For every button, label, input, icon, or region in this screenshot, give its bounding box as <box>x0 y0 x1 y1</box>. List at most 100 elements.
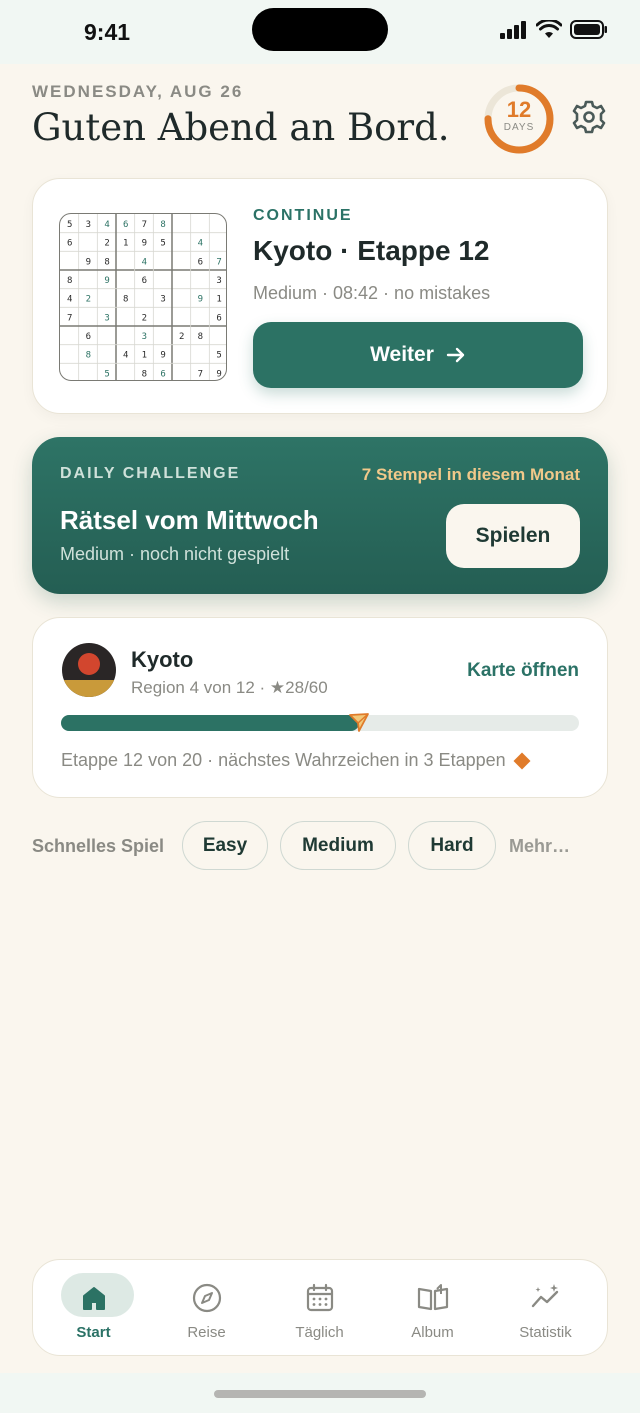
grid-digit: 7 <box>198 369 203 379</box>
signal-icon <box>500 20 526 39</box>
grid-digit: 6 <box>67 239 72 249</box>
grid-digit: 2 <box>104 239 109 249</box>
tab-statistik-label: Statistik <box>519 1324 572 1341</box>
grid-digit: 2 <box>142 313 147 323</box>
battery-icon <box>570 20 607 39</box>
grid-digit: 3 <box>216 276 221 286</box>
grid-digit: 6 <box>198 257 203 267</box>
quick-play-label: Schnelles Spiel <box>32 836 165 856</box>
continue-card[interactable]: 5 3 4 6 7 8 6 2 1 9 5 4 9 8 4 6 7 8 9 6 3 4 2 8 3 9 1 7 3 2 6 6 3 2 8 8 4 1 9 5… <box>32 178 608 414</box>
grid-digit: 4 <box>104 220 109 230</box>
grid-digit: 9 <box>142 239 147 249</box>
grid-digit: 6 <box>216 313 221 323</box>
grid-digit: 6 <box>86 332 91 342</box>
quick-play-medium[interactable]: Medium <box>280 821 396 870</box>
grid-digit: 6 <box>142 276 147 286</box>
tab-start-label: Start <box>76 1324 111 1341</box>
grid-digit: 1 <box>216 295 221 305</box>
grid-digit: 4 <box>67 295 72 305</box>
calendar-icon <box>306 1283 333 1312</box>
dynamic-island <box>252 8 388 51</box>
grid-digit: 1 <box>123 239 128 249</box>
continue-title: Kyoto · Etappe 12 <box>253 235 490 266</box>
tab-album[interactable]: Album <box>376 1260 489 1355</box>
grid-digit: 8 <box>123 295 128 305</box>
tab-reise[interactable]: Reise <box>150 1260 263 1355</box>
grid-digit: 9 <box>104 276 109 286</box>
grid-digit: 5 <box>104 369 109 379</box>
journey-footer-text: Etappe 12 von 20 · nächstes Wahrzeichen … <box>61 750 506 770</box>
grid-digit: 8 <box>67 276 72 286</box>
daily-challenge-title: Rätsel vom Mittwoch <box>60 505 319 535</box>
compass-icon <box>192 1283 221 1313</box>
grid-digit: 8 <box>142 369 147 379</box>
home-icon <box>82 1287 105 1310</box>
grid-digit: 7 <box>67 313 72 323</box>
date-label: WEDNESDAY, AUG 26 <box>32 82 244 101</box>
daily-stamps-count: 7 Stempel in diesem Monat <box>361 465 580 484</box>
journey-progress-fill <box>61 715 359 731</box>
journey-progress-bar <box>61 713 579 732</box>
streak-count: 12 <box>506 97 532 122</box>
grid-digit: 3 <box>104 313 109 323</box>
grid-digit: 4 <box>142 257 147 267</box>
streak-unit: DAYS <box>503 122 535 133</box>
daily-challenge-subtitle: Medium · noch nicht gespielt <box>60 544 290 564</box>
quick-play-more[interactable]: Mehr… <box>509 836 570 857</box>
tab-statistik[interactable]: Statistik <box>489 1260 602 1355</box>
grid-digit: 8 <box>160 220 165 230</box>
puzzle-thumbnail: 5 3 4 6 7 8 6 2 1 9 5 4 9 8 4 6 7 8 9 6 3 4 2 8 3 9 1 7 3 2 6 6 3 2 8 8 4 1 9 5… <box>59 213 227 381</box>
journey-card[interactable]: Kyoto Region 4 von 12 · ★28/60 Karte öff… <box>32 617 608 798</box>
quick-play-hard[interactable]: Hard <box>408 821 496 870</box>
grid-digit: 8 <box>86 351 91 361</box>
home-indicator[interactable] <box>214 1390 426 1398</box>
grid-digit: 8 <box>104 257 109 267</box>
tab-taeglich-label: Täglich <box>295 1324 344 1341</box>
continue-subtitle: Medium · 08:42 · no mistakes <box>253 283 491 303</box>
grid-digit: 3 <box>142 332 147 342</box>
continue-button-label: Weiter <box>370 343 434 366</box>
play-daily-button[interactable]: Spielen <box>446 504 580 568</box>
paper-plane-icon <box>348 713 369 732</box>
region-subtitle: Region 4 von 12 · ★28/60 <box>131 678 328 697</box>
grid-digit: 4 <box>123 351 128 361</box>
tab-start[interactable]: Start <box>37 1260 150 1355</box>
grid-digit: 5 <box>160 239 165 249</box>
grid-digit: 1 <box>142 351 147 361</box>
region-sun-icon <box>62 643 116 697</box>
gear-icon[interactable] <box>572 100 606 134</box>
tab-reise-label: Reise <box>187 1324 226 1341</box>
daily-challenge-label: DAILY CHALLENGE <box>60 465 241 482</box>
quick-play-easy[interactable]: Easy <box>182 821 268 870</box>
grid-digit: 6 <box>123 220 128 230</box>
arrow-right-icon <box>446 347 465 363</box>
status-time: 9:41 <box>84 19 131 45</box>
tab-taeglich[interactable]: Täglich <box>263 1260 376 1355</box>
grid-digit: 7 <box>216 257 221 267</box>
grid-digit: 5 <box>67 220 72 230</box>
grid-digit: 9 <box>160 351 165 361</box>
grid-digit: 9 <box>216 369 221 379</box>
book-icon <box>417 1284 448 1311</box>
puzzle-thumbnail-grid: 5 3 4 6 7 8 6 2 1 9 5 4 9 8 4 6 7 8 9 6 3 4 2 8 3 9 1 7 3 2 6 6 3 2 8 8 4 1 9 5… <box>60 214 226 380</box>
grid-digit: 3 <box>86 220 91 230</box>
greeting-title: Guten Abend an Bord. <box>32 106 450 149</box>
tab-bar: Start Reise Täglich Album Statistik <box>32 1259 608 1356</box>
continue-button[interactable]: Weiter <box>253 322 583 388</box>
wifi-icon <box>536 20 562 38</box>
grid-digit: 3 <box>160 295 165 305</box>
tab-album-label: Album <box>411 1324 454 1341</box>
grid-digit: 7 <box>142 220 147 230</box>
status-icons <box>500 20 608 39</box>
grid-digit: 9 <box>86 257 91 267</box>
open-map-link[interactable]: Karte öffnen <box>467 660 579 682</box>
daily-challenge-card[interactable]: DAILY CHALLENGE 7 Stempel in diesem Mona… <box>32 437 608 594</box>
grid-digit: 6 <box>160 369 165 379</box>
grid-digit: 9 <box>198 295 203 305</box>
stats-sparkle-icon <box>531 1284 558 1308</box>
journey-footer: Etappe 12 von 20 · nächstes Wahrzeichen … <box>61 750 531 771</box>
grid-digit: 2 <box>179 332 184 342</box>
status-bar: 9:41 <box>0 0 640 64</box>
grid-digit: 2 <box>86 295 91 305</box>
grid-digit: 4 <box>198 239 203 249</box>
